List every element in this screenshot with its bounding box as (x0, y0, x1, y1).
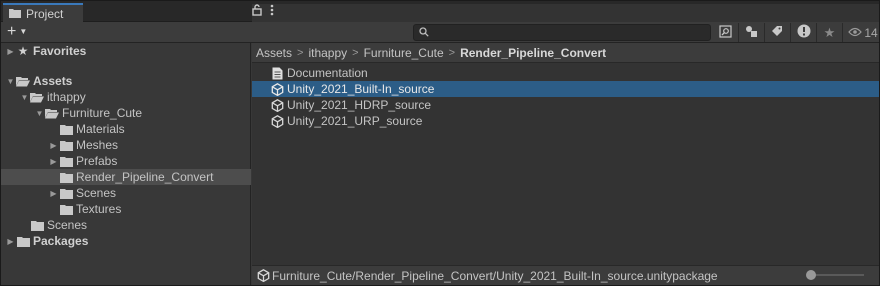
tree-item-label: Scenes (47, 218, 88, 232)
chevron-down-icon: ▼ (19, 27, 28, 36)
folder-icon (59, 155, 73, 167)
hidden-packages-toggle[interactable]: 14 (843, 23, 880, 42)
asset-list-pane: Assets > ithappy > Furniture_Cute > Rend… (252, 43, 879, 285)
search-scope-button[interactable] (713, 23, 739, 42)
search-icon (418, 26, 430, 38)
asset-label: Unity_2021_Built-In_source (287, 82, 435, 96)
tree-item-assets[interactable]: ▼ Assets (1, 73, 251, 89)
project-window: Project + ▼ ★ 14 ▶ ★ Favorites ▼ Assets … (0, 0, 880, 286)
chevron-right-icon: > (297, 46, 304, 59)
tab-project[interactable]: Project (3, 3, 83, 22)
tree-item-label: Packages (33, 234, 89, 248)
tag-icon (771, 25, 784, 41)
chevron-down-icon[interactable]: ▼ (5, 77, 16, 86)
tree-item-label: Prefabs (76, 154, 118, 168)
search-by-type-icon (719, 24, 732, 41)
tree-item-scenes[interactable]: ▶ Scenes (1, 185, 251, 201)
tree-item-label: Scenes (76, 186, 117, 200)
chevron-right-icon[interactable]: ▶ (48, 157, 59, 166)
breadcrumb-furniture-cute[interactable]: Furniture_Cute (364, 46, 444, 60)
filter-by-label-button[interactable] (765, 23, 791, 42)
add-button[interactable]: + ▼ (7, 24, 27, 40)
tree-item-label: Assets (33, 74, 73, 88)
tree-item-label: Render_Pipeline_Convert (76, 170, 214, 184)
asset-item-urp-source[interactable]: Unity_2021_URP_source (252, 113, 879, 129)
document-icon (270, 66, 284, 80)
hidden-count: 14 (864, 25, 878, 40)
package-icon (256, 269, 270, 283)
tree-item-label: ithappy (47, 90, 86, 104)
folder-tree[interactable]: ▶ ★ Favorites ▼ Assets ▼ ithappy ▼ Furni… (1, 43, 251, 285)
shapes-icon (745, 25, 758, 41)
asset-item-documentation[interactable]: Documentation (252, 65, 879, 81)
tree-item-render-pipeline-convert[interactable]: Render_Pipeline_Convert (1, 169, 251, 185)
tree-item-label: Furniture_Cute (62, 106, 143, 120)
chevron-right-icon[interactable]: ▶ (48, 189, 59, 198)
chevron-right-icon: > (448, 46, 456, 59)
chevron-down-icon[interactable]: ▼ (34, 109, 45, 118)
filter-by-type-button[interactable] (739, 23, 765, 42)
asset-label: Unity_2021_HDRP_source (287, 98, 432, 112)
chevron-right-icon[interactable]: ▶ (48, 141, 59, 150)
tree-item-materials[interactable]: Materials (1, 121, 251, 137)
star-icon: ★ (823, 24, 836, 40)
asset-item-hdrp-source[interactable]: Unity_2021_HDRP_source (252, 97, 879, 113)
favorites-button[interactable]: ★ (817, 23, 843, 42)
star-icon: ★ (17, 44, 29, 58)
tree-item-textures[interactable]: Textures (1, 201, 251, 217)
folder-icon (59, 187, 73, 199)
folder-open-icon (45, 107, 59, 119)
plus-icon: + (7, 23, 17, 40)
eye-icon (848, 26, 863, 40)
tree-item-label: Meshes (76, 138, 119, 152)
icon-size-slider[interactable] (806, 270, 864, 280)
tab-bar: Project (1, 1, 879, 246)
breadcrumb-render-pipeline-convert[interactable]: Render_Pipeline_Convert (460, 46, 606, 60)
folder-open-icon (16, 75, 30, 87)
breadcrumb-ithappy[interactable]: ithappy (308, 46, 347, 60)
asset-label: Documentation (287, 66, 368, 80)
tree-item-packages[interactable]: ▶ Packages (1, 233, 251, 249)
search-input[interactable] (413, 24, 711, 41)
slider-handle[interactable] (806, 270, 816, 280)
chevron-right-icon[interactable]: ▶ (5, 47, 16, 56)
folder-icon (59, 139, 73, 151)
tree-item-label: Textures (76, 202, 122, 216)
breadcrumb: Assets > ithappy > Furniture_Cute > Rend… (252, 43, 879, 63)
folder-icon (59, 123, 73, 135)
toolbar: + ▼ ★ 14 (1, 22, 879, 43)
folder-icon (16, 235, 30, 247)
tree-item-meshes[interactable]: ▶ Meshes (1, 137, 251, 153)
tree-item-furniture-cute[interactable]: ▼ Furniture_Cute (1, 105, 251, 121)
breadcrumb-assets[interactable]: Assets (256, 46, 292, 60)
package-icon (270, 114, 284, 128)
selected-asset-path: Furniture_Cute/Render_Pipeline_Convert/U… (272, 268, 718, 283)
folder-icon (59, 203, 73, 215)
chevron-right-icon: > (352, 46, 359, 59)
folder-icon (59, 171, 73, 183)
chevron-down-icon[interactable]: ▼ (19, 93, 30, 102)
asset-item-built-in-source[interactable]: Unity_2021_Built-In_source (252, 81, 879, 97)
tree-item-label: Favorites (33, 44, 87, 58)
tree-item-ithappy[interactable]: ▼ ithappy (1, 89, 251, 105)
folder-open-icon (30, 91, 44, 103)
tree-item-scenes-root[interactable]: Scenes (1, 217, 251, 233)
asset-label: Unity_2021_URP_source (287, 114, 423, 128)
exclamation-icon (797, 24, 811, 41)
tab-label: Project (26, 6, 64, 21)
folder-icon (30, 219, 44, 231)
status-bar: Furniture_Cute/Render_Pipeline_Convert/U… (252, 265, 879, 285)
tree-item-prefabs[interactable]: ▶ Prefabs (1, 153, 251, 169)
folder-icon (9, 7, 21, 21)
log-filter-button[interactable] (791, 23, 817, 42)
tree-item-label: Materials (76, 122, 125, 136)
tree-item-favorites[interactable]: ▶ ★ Favorites (1, 43, 251, 59)
package-icon (270, 98, 284, 112)
package-icon (270, 82, 284, 96)
chevron-right-icon[interactable]: ▶ (5, 237, 16, 246)
